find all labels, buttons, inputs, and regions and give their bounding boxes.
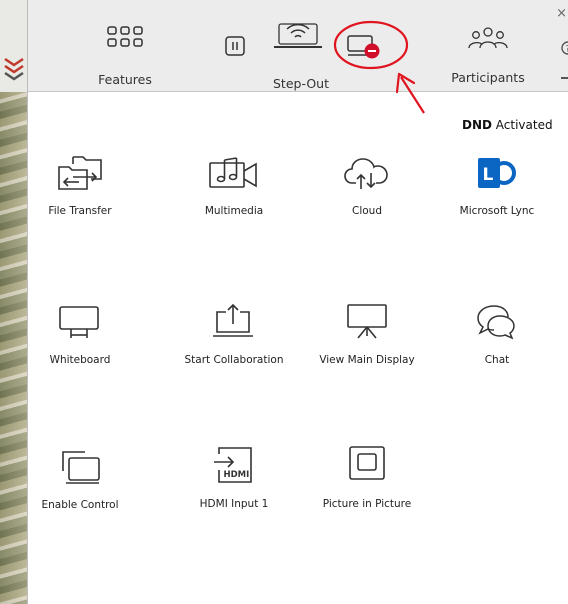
feature-whiteboard[interactable]: Whiteboard <box>20 304 140 366</box>
enable-control-icon <box>62 451 100 484</box>
feature-label: File Transfer <box>48 205 112 217</box>
view-main-display-icon <box>347 304 387 339</box>
feature-file-transfer[interactable]: File Transfer <box>20 155 140 217</box>
minimize-icon[interactable] <box>561 77 568 79</box>
feature-hdmi-input-1[interactable]: HDMI HDMI Input 1 <box>174 444 294 510</box>
dnd-annotation-text: DND Activated <box>462 118 553 132</box>
feature-picture-in-picture[interactable]: Picture in Picture <box>307 444 427 510</box>
feature-label: View Main Display <box>319 354 415 366</box>
dnd-monitor-icon <box>347 35 380 59</box>
close-icon[interactable]: × <box>556 6 567 21</box>
feature-label: Chat <box>484 354 510 366</box>
participants-button[interactable]: Participants <box>448 26 528 85</box>
feature-microsoft-lync[interactable]: L Microsoft Lync <box>437 155 557 217</box>
annotation-rest: Activated <box>491 118 553 132</box>
hdmi-badge-text: HDMI <box>224 470 250 480</box>
feature-chat[interactable]: Chat <box>437 302 557 366</box>
feature-label: Enable Control <box>41 499 119 511</box>
feature-label: Picture in Picture <box>322 498 412 510</box>
file-transfer-icon <box>58 156 102 190</box>
features-label: Features <box>98 72 152 87</box>
background-photo-strip <box>0 0 27 604</box>
pause-icon <box>225 36 245 56</box>
chat-icon <box>477 305 515 340</box>
feature-label: Microsoft Lync <box>459 205 535 217</box>
help-icon[interactable]: ? <box>557 40 568 56</box>
feature-multimedia[interactable]: Multimedia <box>174 155 294 217</box>
features-window: Features Step-Out Participants × File Tr… <box>27 0 568 604</box>
feature-label: HDMI Input 1 <box>199 498 269 510</box>
grid-icon <box>107 26 143 47</box>
feature-start-collaboration[interactable]: Start Collaboration <box>174 302 294 366</box>
cloud-icon <box>344 158 388 189</box>
start-collaboration-icon <box>213 303 253 337</box>
step-out-label: Step-Out <box>273 76 329 91</box>
participants-label: Participants <box>451 70 525 85</box>
annotation-bold: DND <box>462 118 492 132</box>
toolbar: Features Step-Out Participants × <box>28 0 568 92</box>
participants-icon <box>468 27 508 49</box>
brand-logo-mark <box>4 57 24 81</box>
pause-button[interactable] <box>225 36 245 56</box>
step-out-button[interactable] <box>273 16 323 50</box>
whiteboard-icon <box>59 306 99 338</box>
feature-label: Multimedia <box>204 205 264 217</box>
svg-text:L: L <box>483 165 494 185</box>
wireless-display-icon <box>274 23 322 48</box>
hdmi-input-icon: HDMI <box>214 447 252 483</box>
feature-label: Start Collaboration <box>184 354 284 366</box>
feature-cloud[interactable]: Cloud <box>307 155 427 217</box>
feature-label: Cloud <box>352 205 382 217</box>
feature-label: Whiteboard <box>49 354 111 366</box>
feature-view-main-display[interactable]: View Main Display <box>307 302 427 366</box>
microsoft-lync-icon: L <box>478 158 516 188</box>
picture-in-picture-icon <box>349 446 385 480</box>
feature-enable-control[interactable]: Enable Control <box>20 449 140 511</box>
multimedia-icon <box>209 157 257 188</box>
features-button[interactable]: Features <box>90 26 160 87</box>
dnd-button[interactable] <box>346 34 382 60</box>
